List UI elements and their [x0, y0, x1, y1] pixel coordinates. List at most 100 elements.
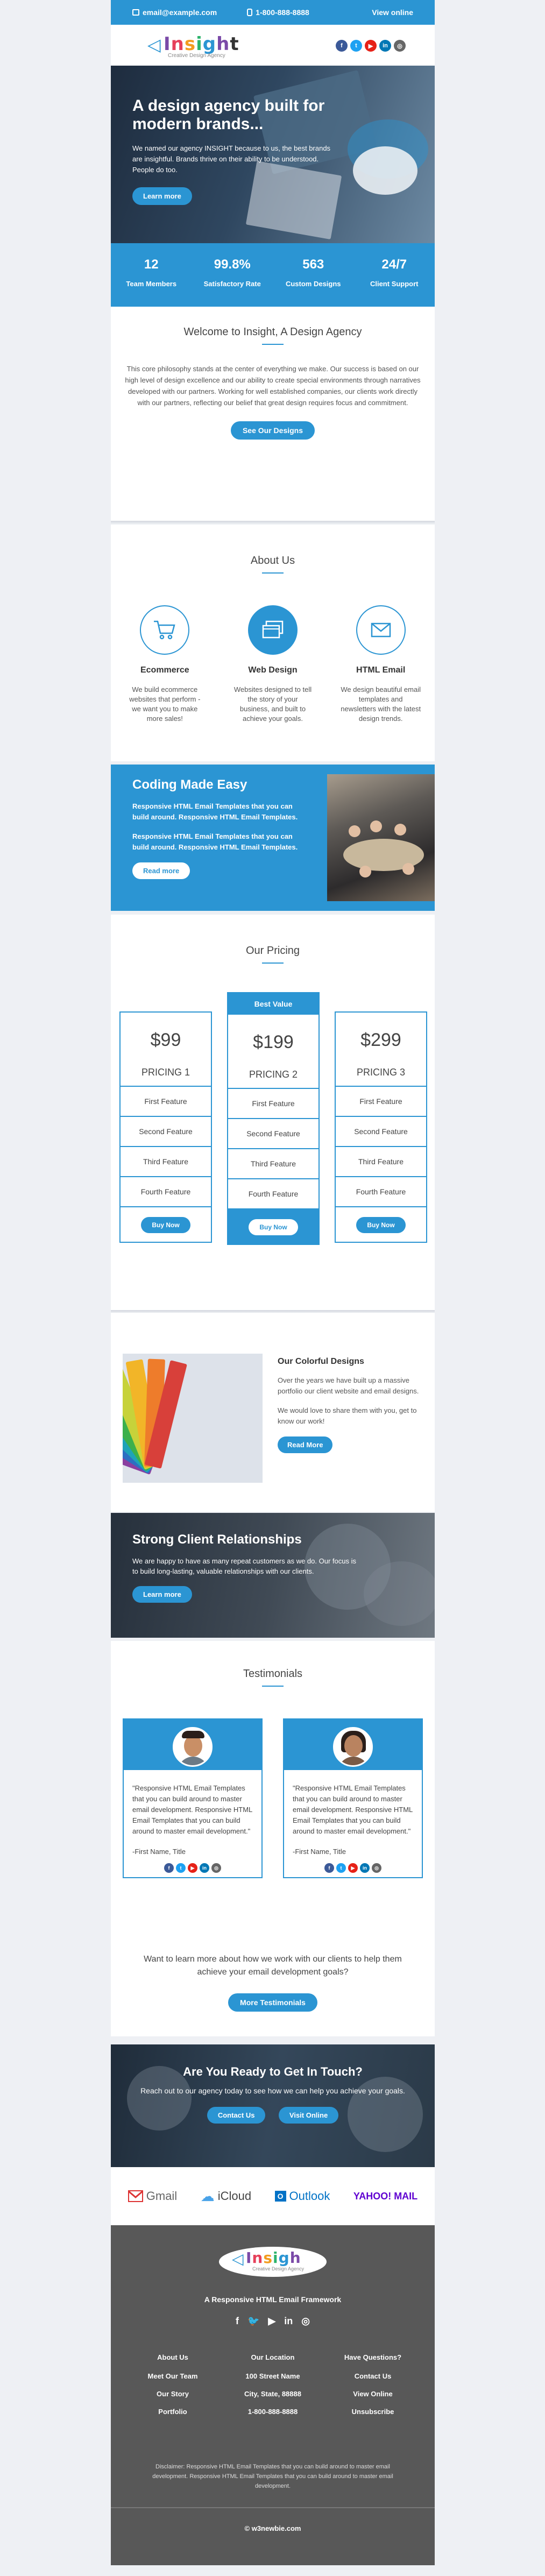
footer-link[interactable]: Meet Our Team: [132, 2372, 213, 2380]
facebook-icon[interactable]: f: [236, 2316, 239, 2327]
topbar-phone[interactable]: 1-800-888-8888: [247, 8, 309, 17]
gmail-logo: Gmail: [128, 2189, 177, 2203]
buy-now-button[interactable]: Buy Now: [249, 1219, 298, 1235]
instagram-icon[interactable]: ◎: [301, 2316, 310, 2327]
about-item-webdesign: Web Design Websites designed to tell the…: [219, 605, 327, 724]
plan-feature: First Feature: [336, 1086, 426, 1116]
learn-more-button[interactable]: Learn more: [132, 1586, 192, 1603]
title-divider: [262, 572, 284, 574]
brand-name: YAHOO! MAIL: [353, 2190, 418, 2202]
email-page: email@example.com 1-800-888-8888 View on…: [0, 0, 545, 2576]
pricing-section: Our Pricing $99 PRICING 1 First Feature …: [111, 915, 435, 1310]
linkedin-icon[interactable]: in: [360, 1863, 370, 1873]
footer-link[interactable]: View Online: [332, 2390, 413, 2398]
facebook-icon[interactable]: f: [336, 40, 348, 52]
about-item-desc: We build ecommerce websites that perform…: [129, 685, 201, 723]
visit-online-button[interactable]: Visit Online: [278, 2107, 339, 2124]
linkedin-icon[interactable]: in: [284, 2316, 293, 2327]
logo-name: Insight: [164, 33, 239, 55]
pricing-plan-3: $299 PRICING 3 First Feature Second Feat…: [335, 1011, 427, 1243]
more-testimonials-button[interactable]: More Testimonials: [228, 1993, 317, 2012]
header: ◁ Insight Creative Design Agency f t ▶ i…: [111, 25, 435, 66]
footer-columns: About Us Meet Our Team Our Story Portfol…: [132, 2353, 413, 2425]
topbar-email[interactable]: email@example.com: [132, 8, 217, 17]
testimonial-header: [124, 1719, 261, 1770]
footer-link[interactable]: Unsubscribe: [332, 2408, 413, 2416]
relationships-title: Strong Client Relationships: [132, 1532, 302, 1547]
footer-logo[interactable]: ◁ Insight Creative Design Agency: [219, 2247, 327, 2277]
instagram-icon[interactable]: ◎: [211, 1863, 221, 1873]
top-bar: email@example.com 1-800-888-8888 View on…: [111, 0, 435, 25]
welcome-body: This core philosophy stands at the cente…: [125, 365, 421, 407]
instagram-icon[interactable]: ◎: [372, 1863, 381, 1873]
buy-now-button[interactable]: Buy Now: [356, 1217, 406, 1233]
stat-support: 24/7 Client Support: [354, 243, 435, 307]
facebook-icon[interactable]: f: [164, 1863, 174, 1873]
testimonial-social: f t ▶ in ◎: [284, 1856, 422, 1877]
color-swatch-image: [123, 1354, 263, 1483]
footer-disclaimer: Disclaimer: Responsive HTML Email Templa…: [152, 2464, 393, 2489]
youtube-icon[interactable]: ▶: [188, 1863, 197, 1873]
footer: ◁ Insight Creative Design Agency A Respo…: [111, 2225, 435, 2565]
testimonial-card: "Responsive HTML Email Templates that yo…: [283, 1718, 423, 1878]
instagram-icon[interactable]: ◎: [394, 40, 406, 52]
about-item-name: Web Design: [248, 666, 298, 675]
footer-link[interactable]: About Us: [132, 2353, 213, 2361]
facebook-icon[interactable]: f: [324, 1863, 334, 1873]
more-testimonials-wrap: More Testimonials: [111, 1993, 435, 2012]
testimonial-social: f t ▶ in ◎: [124, 1856, 261, 1877]
hero-text: A design agency built for modern brands.…: [132, 97, 337, 205]
plan-feature: Second Feature: [336, 1116, 426, 1146]
youtube-icon[interactable]: ▶: [365, 40, 377, 52]
plan-footer: Buy Now: [228, 1208, 318, 1244]
stat-label: Satisfactory Rate: [203, 280, 261, 288]
linkedin-icon[interactable]: in: [200, 1863, 209, 1873]
topbar-phone-text[interactable]: 1-800-888-8888: [256, 8, 309, 17]
title-divider: [262, 1686, 284, 1687]
logo[interactable]: ◁ Insight Creative Design Agency: [144, 32, 239, 59]
buy-now-button[interactable]: Buy Now: [141, 1217, 190, 1233]
footer-phone[interactable]: 1-800-888-8888: [232, 2408, 313, 2416]
topbar-email-text[interactable]: email@example.com: [143, 8, 217, 17]
plan-feature: Fourth Feature: [121, 1176, 211, 1206]
plan-feature: First Feature: [121, 1086, 211, 1116]
see-designs-button[interactable]: See Our Designs: [230, 421, 315, 440]
section-divider: [111, 521, 435, 524]
read-more-button[interactable]: Read More: [278, 1436, 333, 1453]
colorful-paragraph: We would love to share them with you, ge…: [278, 1406, 417, 1425]
avatar: [173, 1727, 213, 1767]
relationships-section: Strong Client Relationships We are happy…: [111, 1513, 435, 1638]
footer-link[interactable]: Portfolio: [132, 2408, 213, 2416]
coding-text: Coding Made Easy Responsive HTML Email T…: [132, 777, 305, 879]
header-social: f t ▶ in ◎: [336, 40, 406, 52]
twitter-icon[interactable]: t: [336, 1863, 346, 1873]
plan-feature: Fourth Feature: [336, 1176, 426, 1206]
linkedin-icon[interactable]: in: [379, 40, 391, 52]
plan-feature: Fourth Feature: [228, 1178, 318, 1208]
email-icon: [132, 9, 139, 16]
contact-us-button[interactable]: Contact Us: [207, 2107, 266, 2124]
footer-link[interactable]: Our Story: [132, 2390, 213, 2398]
read-more-button[interactable]: Read more: [132, 862, 190, 879]
stat-value: 563: [302, 257, 324, 272]
welcome-section: Welcome to Insight, A Design Agency This…: [111, 307, 435, 521]
twitter-icon[interactable]: t: [176, 1863, 186, 1873]
view-online-link[interactable]: View online: [372, 8, 413, 17]
testimonial-author: -First Name, Title: [132, 1848, 186, 1856]
twitter-icon[interactable]: 🐦: [247, 2316, 259, 2327]
stat-value: 12: [144, 257, 159, 272]
coding-title: Coding Made Easy: [132, 777, 247, 792]
hero-learn-more-button[interactable]: Learn more: [132, 187, 192, 205]
colorful-paragraph: Over the years we have built up a massiv…: [278, 1376, 419, 1395]
youtube-icon[interactable]: ▶: [348, 1863, 358, 1873]
colorful-section: Our Colorful Designs Over the years we h…: [111, 1313, 435, 1512]
logo-arrow-icon: ◁: [232, 2250, 244, 2268]
relationships-body: We are happy to have as many repeat cust…: [132, 1557, 356, 1575]
youtube-icon[interactable]: ▶: [268, 2316, 275, 2327]
logo-arrow-icon: ◁: [147, 34, 161, 55]
footer-link[interactable]: Contact Us: [332, 2372, 413, 2380]
twitter-icon[interactable]: t: [350, 40, 362, 52]
footer-divider: [111, 2507, 435, 2508]
coding-paragraph: Responsive HTML Email Templates that you…: [132, 832, 298, 851]
plan-footer: Buy Now: [121, 1206, 211, 1242]
